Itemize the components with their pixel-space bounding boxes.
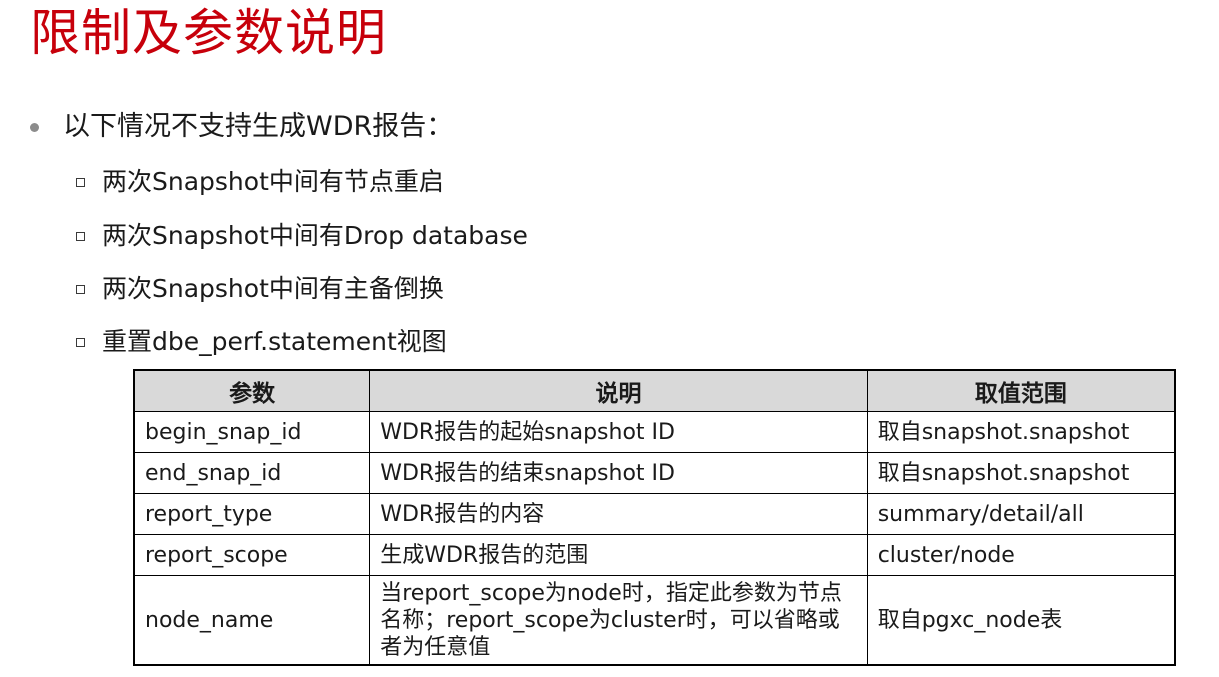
square-bullet-icon <box>76 284 85 294</box>
param-description-cell: WDR报告的内容 <box>369 493 868 535</box>
sub-bullet: 重置dbe_perf.statement视图 <box>76 324 447 360</box>
param-description-cell: WDR报告的结束snapshot ID <box>369 452 868 494</box>
param-range-cell: 取自snapshot.snapshot <box>866 452 1176 494</box>
param-name-cell: report_scope <box>133 534 371 576</box>
param-description-cell: 生成WDR报告的范围 <box>369 534 868 576</box>
param-description-cell: WDR报告的起始snapshot ID <box>369 411 868 453</box>
page-title: 限制及参数说明 <box>30 4 387 62</box>
param-range-cell: 取自snapshot.snapshot <box>866 411 1176 453</box>
sub-bullet-text: 重置dbe_perf.statement视图 <box>102 327 447 356</box>
table-row: report_scope 生成WDR报告的范围 cluster/node <box>133 534 1176 576</box>
sub-bullet: 两次Snapshot中间有Drop database <box>76 218 528 254</box>
table-row: report_type WDR报告的内容 summary/detail/all <box>133 493 1176 535</box>
sub-bullet-text: 两次Snapshot中间有节点重启 <box>102 167 444 196</box>
square-bullet-icon <box>76 177 85 187</box>
param-name-cell: report_type <box>133 493 371 535</box>
parameters-table: 参数 说明 取值范围 begin_snap_id WDR报告的起始snapsho… <box>133 369 1176 666</box>
sub-bullet: 两次Snapshot中间有节点重启 <box>76 164 444 200</box>
header-param: 参数 <box>133 369 371 412</box>
sub-bullet-text: 两次Snapshot中间有Drop database <box>102 221 528 250</box>
param-name-cell: node_name <box>133 575 371 666</box>
table-row: end_snap_id WDR报告的结束snapshot ID 取自snapsh… <box>133 452 1176 494</box>
main-bullet-text: 以下情况不支持生成WDR报告： <box>63 111 454 142</box>
param-description-cell: 当report_scope为node时，指定此参数为节点名称；report_sc… <box>369 575 868 666</box>
param-range-cell: summary/detail/all <box>866 493 1176 535</box>
sub-bullet-text: 两次Snapshot中间有主备倒换 <box>102 274 444 303</box>
square-bullet-icon <box>76 337 85 347</box>
table-row: node_name 当report_scope为node时，指定此参数为节点名称… <box>133 575 1176 666</box>
table-header-row: 参数 说明 取值范围 <box>133 369 1176 412</box>
param-name-cell: begin_snap_id <box>133 411 371 453</box>
table-row: begin_snap_id WDR报告的起始snapshot ID 取自snap… <box>133 411 1176 453</box>
param-range-cell: cluster/node <box>866 534 1176 576</box>
param-name-cell: end_snap_id <box>133 452 371 494</box>
header-description: 说明 <box>369 369 868 412</box>
main-bullet: 以下情况不支持生成WDR报告： <box>30 107 453 147</box>
param-range-cell: 取自pgxc_node表 <box>866 575 1176 666</box>
square-bullet-icon <box>76 231 85 241</box>
header-value-range: 取值范围 <box>866 369 1176 412</box>
sub-bullet: 两次Snapshot中间有主备倒换 <box>76 271 444 307</box>
bullet-dot-icon <box>30 122 39 132</box>
